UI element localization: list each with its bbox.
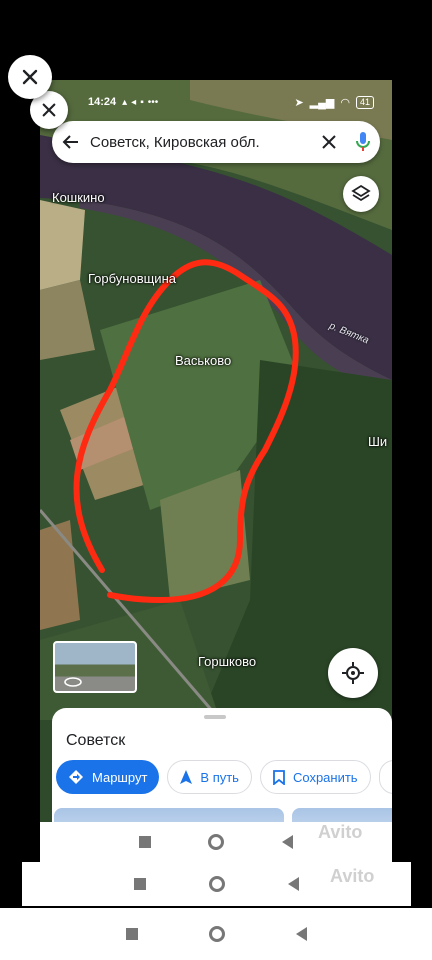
back-arrow-icon bbox=[62, 135, 78, 149]
search-bar[interactable]: Советск, Кировская обл. bbox=[52, 121, 380, 163]
street-view-icon bbox=[64, 677, 82, 687]
home-icon[interactable] bbox=[208, 926, 225, 942]
signal-icon: ▂▄▆ bbox=[309, 96, 335, 109]
layers-button[interactable] bbox=[343, 176, 379, 212]
back-button[interactable] bbox=[52, 133, 90, 151]
back-icon[interactable] bbox=[295, 927, 307, 941]
recents-icon[interactable] bbox=[133, 878, 146, 890]
my-location-button[interactable] bbox=[328, 648, 378, 698]
street-view-thumbnail[interactable] bbox=[53, 641, 137, 693]
more-notifications-icon: ••• bbox=[147, 96, 159, 108]
map-label-vaskovo[interactable]: Васьково bbox=[175, 353, 231, 368]
sheet-drag-handle[interactable] bbox=[204, 715, 226, 719]
start-navigation-button[interactable]: В путь bbox=[167, 760, 252, 794]
route-button[interactable]: Маршрут bbox=[56, 760, 160, 794]
avito-watermark: Avito bbox=[330, 866, 375, 886]
back-icon[interactable] bbox=[288, 877, 300, 891]
search-input[interactable]: Советск, Кировская обл. bbox=[90, 134, 312, 151]
close-icon bbox=[42, 103, 56, 117]
route-icon bbox=[69, 770, 83, 784]
notification-icon: ▴ bbox=[122, 96, 128, 108]
map-label-gorshkovo[interactable]: Горшково bbox=[198, 654, 256, 669]
locate-icon bbox=[342, 662, 364, 684]
status-system-icons: ➤ ▂▄▆ ◠ 41 bbox=[294, 95, 374, 109]
home-icon[interactable] bbox=[208, 834, 225, 850]
wifi-icon: ◠ bbox=[340, 96, 350, 109]
back-icon[interactable] bbox=[282, 835, 294, 849]
satellite-map[interactable] bbox=[40, 80, 392, 720]
mic-icon bbox=[356, 132, 370, 151]
map-label-shi[interactable]: Ши bbox=[368, 434, 387, 449]
close-icon bbox=[22, 69, 38, 85]
recents-icon[interactable] bbox=[138, 836, 151, 848]
voice-search-button[interactable] bbox=[346, 132, 380, 152]
battery-indicator: 41 bbox=[355, 95, 374, 109]
outer-close-button[interactable] bbox=[8, 55, 52, 99]
clear-search-button[interactable] bbox=[312, 134, 346, 150]
status-notification-icons: ▴ ◂ ▪ ••• bbox=[122, 97, 158, 108]
screenshot-root: 14:24 ▴ ◂ ▪ ••• ➤ ▂▄▆ ◠ 41 Советск, Киро… bbox=[0, 0, 432, 960]
place-title: Советск bbox=[66, 732, 126, 749]
phone-screen: 14:24 ▴ ◂ ▪ ••• ➤ ▂▄▆ ◠ 41 Советск, Киро… bbox=[40, 80, 392, 862]
system-navigation-bar bbox=[0, 908, 432, 960]
map-label-koshkino[interactable]: Кошкино bbox=[52, 190, 105, 205]
action-chips: Маршрут В путь Сохранить bbox=[56, 760, 392, 794]
clear-icon bbox=[322, 135, 336, 149]
save-button[interactable]: Сохранить bbox=[259, 760, 371, 794]
navigation-icon bbox=[180, 770, 193, 784]
save-button-label: Сохранить bbox=[292, 769, 358, 785]
location-icon: ➤ bbox=[294, 96, 304, 109]
start-button-label: В путь bbox=[200, 769, 239, 785]
map-label-gorbunovshina[interactable]: Горбуновщина bbox=[88, 271, 176, 286]
layers-icon bbox=[351, 184, 371, 202]
avito-watermark: Avito bbox=[318, 822, 363, 842]
bookmark-icon bbox=[273, 769, 285, 785]
recents-icon[interactable] bbox=[125, 928, 138, 940]
status-bar: 14:24 ▴ ◂ ▪ ••• ➤ ▂▄▆ ◠ 41 bbox=[40, 80, 392, 124]
home-icon[interactable] bbox=[208, 876, 225, 892]
status-time: 14:24 bbox=[88, 96, 117, 108]
more-actions-chip[interactable] bbox=[378, 760, 392, 794]
route-button-label: Маршрут bbox=[92, 769, 148, 785]
notification-icon: ▪ bbox=[140, 96, 144, 108]
notification-icon: ◂ bbox=[131, 96, 137, 108]
